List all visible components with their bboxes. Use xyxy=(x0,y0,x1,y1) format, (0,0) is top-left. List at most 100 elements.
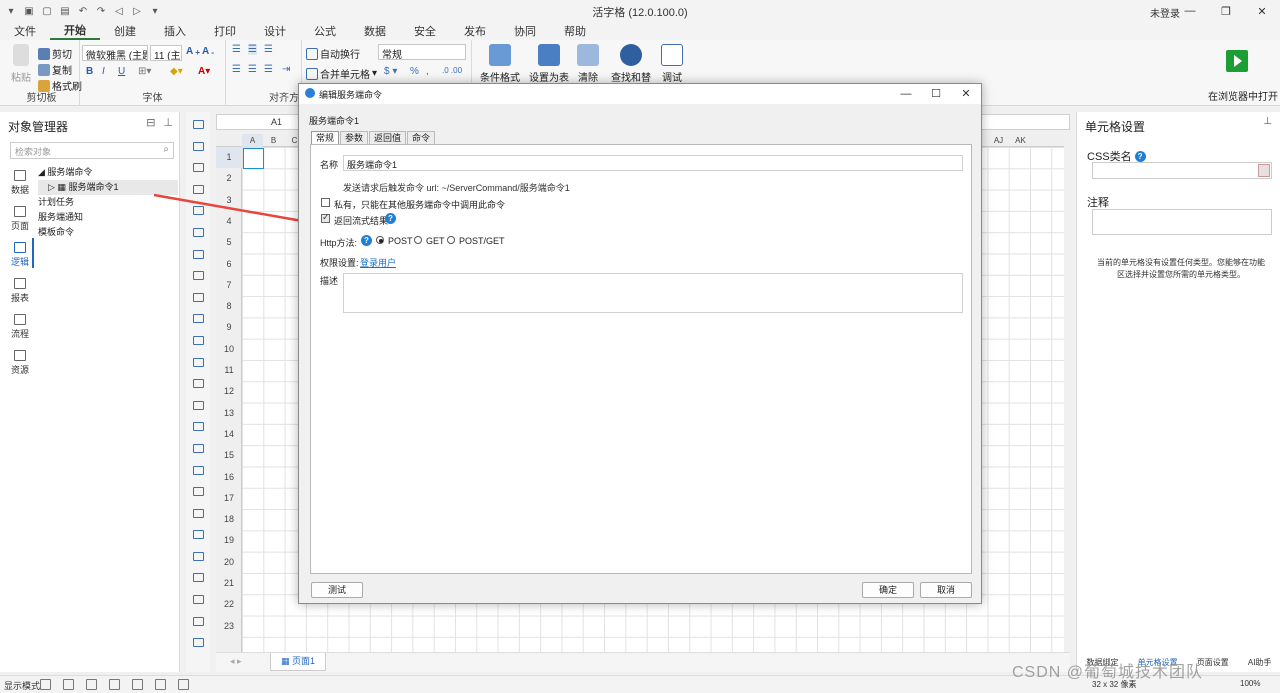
row-header[interactable]: 17 xyxy=(216,488,242,509)
tab-commands[interactable]: 命令 xyxy=(407,131,436,144)
row-header[interactable]: 8 xyxy=(216,296,242,317)
radio-post-get[interactable] xyxy=(447,236,455,244)
sheet-tab-page1[interactable]: ▦ 页面1 xyxy=(270,653,326,671)
merge-cells-button[interactable]: 合并单元格 ▾ xyxy=(306,66,377,81)
menu-data[interactable]: 数据 xyxy=(350,23,400,39)
font-color-button[interactable]: A▾ xyxy=(198,66,210,77)
menu-arrow-icon[interactable]: ▾ xyxy=(4,4,18,18)
tree-item-server-commands[interactable]: ◢ 服务端命令 xyxy=(38,165,178,180)
menu-publish[interactable]: 发布 xyxy=(450,23,500,39)
underline-button[interactable]: U xyxy=(118,66,125,77)
help-icon[interactable]: ? xyxy=(361,235,372,246)
row-header[interactable]: 10 xyxy=(216,339,242,360)
row-header[interactable]: 16 xyxy=(216,467,242,488)
row-header[interactable]: 6 xyxy=(216,254,242,275)
tab-resource[interactable]: 资源 xyxy=(8,350,32,386)
menu-design[interactable]: 设计 xyxy=(250,23,300,39)
radio-icon[interactable] xyxy=(192,573,204,583)
align-middle-icon[interactable]: ☰ xyxy=(248,44,257,55)
conditional-format-button[interactable]: 条件格式 xyxy=(476,44,524,84)
align-right-icon[interactable]: ☰ xyxy=(264,64,273,75)
folder-icon[interactable] xyxy=(192,487,204,497)
new-icon[interactable]: ▢ xyxy=(40,4,54,18)
row-header[interactable]: 9 xyxy=(216,317,242,338)
minimize-icon[interactable]: — xyxy=(891,84,921,104)
minimize-button[interactable]: — xyxy=(1172,0,1208,22)
link-cell-icon[interactable] xyxy=(192,271,204,281)
undo-icon[interactable]: ↶ xyxy=(76,4,90,18)
menu-help[interactable]: 帮助 xyxy=(550,23,600,39)
help-icon[interactable]: ? xyxy=(1134,150,1146,162)
fill-color-button[interactable]: ◆▾ xyxy=(170,66,183,77)
debug-button[interactable]: 调试 xyxy=(658,44,686,84)
row-header[interactable]: 12 xyxy=(216,381,242,402)
align-bottom-icon[interactable]: ☰ xyxy=(264,44,273,55)
private-checkbox[interactable] xyxy=(321,198,330,207)
calendar-icon[interactable] xyxy=(192,595,204,605)
open-in-browser-button[interactable]: 在浏览器中打开 xyxy=(1208,88,1278,103)
column-header[interactable]: B xyxy=(263,134,284,147)
row-header[interactable]: 7 xyxy=(216,275,242,296)
menu-security[interactable]: 安全 xyxy=(400,23,450,39)
grid-cell-icon[interactable] xyxy=(192,292,204,302)
tab-data[interactable]: 数据 xyxy=(8,170,32,206)
forward-icon[interactable]: ▷ xyxy=(130,4,144,18)
checklist-icon[interactable] xyxy=(192,551,204,561)
menu-print[interactable]: 打印 xyxy=(200,23,250,39)
date-icon[interactable] xyxy=(192,616,204,626)
tab-workflow[interactable]: 流程 xyxy=(8,314,32,350)
tab-return-value[interactable]: 返回值 xyxy=(369,131,407,144)
row-header[interactable]: 19 xyxy=(216,530,242,551)
row-header[interactable]: 22 xyxy=(216,594,242,615)
window-icon[interactable] xyxy=(132,679,143,690)
clear-button[interactable]: 清除 xyxy=(574,44,602,84)
border-button[interactable]: ⊞▾ xyxy=(138,66,151,77)
layers-icon[interactable] xyxy=(155,679,166,690)
row-header[interactable]: 2 xyxy=(216,168,242,189)
function-icon[interactable] xyxy=(86,679,97,690)
dropdown-icon[interactable]: ▾ xyxy=(148,4,162,18)
copy-button[interactable]: 复制 xyxy=(38,62,72,77)
bold-button[interactable]: B xyxy=(86,66,93,77)
row-header[interactable]: 23 xyxy=(216,616,242,637)
css-class-input[interactable] xyxy=(1092,162,1272,179)
restore-button[interactable]: ❐ xyxy=(1208,0,1244,22)
row-header[interactable]: 21 xyxy=(216,573,242,594)
tab-logic[interactable]: 逻辑 xyxy=(8,242,32,278)
align-top-icon[interactable]: ☰ xyxy=(232,44,241,55)
menu-formula[interactable]: 公式 xyxy=(300,23,350,39)
row-header[interactable]: 11 xyxy=(216,360,242,381)
align-left-icon[interactable]: ☰ xyxy=(232,64,241,75)
indent-icon[interactable]: ⇥ xyxy=(282,64,290,75)
column-header[interactable]: AK xyxy=(1010,134,1031,147)
row-header[interactable]: 18 xyxy=(216,509,242,530)
menu-insert[interactable]: 插入 xyxy=(150,23,200,39)
italic-button[interactable]: I xyxy=(102,66,105,77)
radio-get[interactable] xyxy=(414,236,422,244)
search-tool-icon[interactable] xyxy=(192,141,204,151)
back-icon[interactable]: ◁ xyxy=(112,4,126,18)
redo-icon[interactable]: ↷ xyxy=(94,4,108,18)
checkbox-icon[interactable] xyxy=(192,530,204,540)
font-family-select[interactable]: 微软雅黑 (主题字 xyxy=(82,45,148,61)
number-format-select[interactable]: 常规 xyxy=(378,44,466,60)
close-button[interactable]: ✕ xyxy=(1244,0,1280,22)
column-header[interactable]: AJ xyxy=(988,134,1009,147)
column-icon[interactable] xyxy=(192,379,204,389)
font-size-select[interactable]: 11 (主 xyxy=(150,45,182,61)
maximize-icon[interactable]: ☐ xyxy=(921,84,951,104)
save-icon[interactable]: ▣ xyxy=(22,4,36,18)
test-button[interactable]: 测试 xyxy=(311,582,363,598)
radio-post[interactable] xyxy=(376,236,384,244)
menu-collab[interactable]: 协同 xyxy=(500,23,550,39)
grow-font-button[interactable]: A + xyxy=(186,46,200,57)
zoom-level[interactable]: 100% xyxy=(1240,679,1260,688)
barcode-icon[interactable] xyxy=(192,314,204,324)
button-cell-icon[interactable] xyxy=(192,163,204,173)
pin-icon[interactable]: ⊥ xyxy=(163,116,173,129)
expand-icon[interactable] xyxy=(192,120,204,129)
text-format-icon[interactable] xyxy=(192,400,204,410)
chart-icon[interactable] xyxy=(109,679,120,690)
decimal-button[interactable]: .0 .00 xyxy=(442,66,462,75)
close-icon[interactable]: ✕ xyxy=(951,84,981,104)
